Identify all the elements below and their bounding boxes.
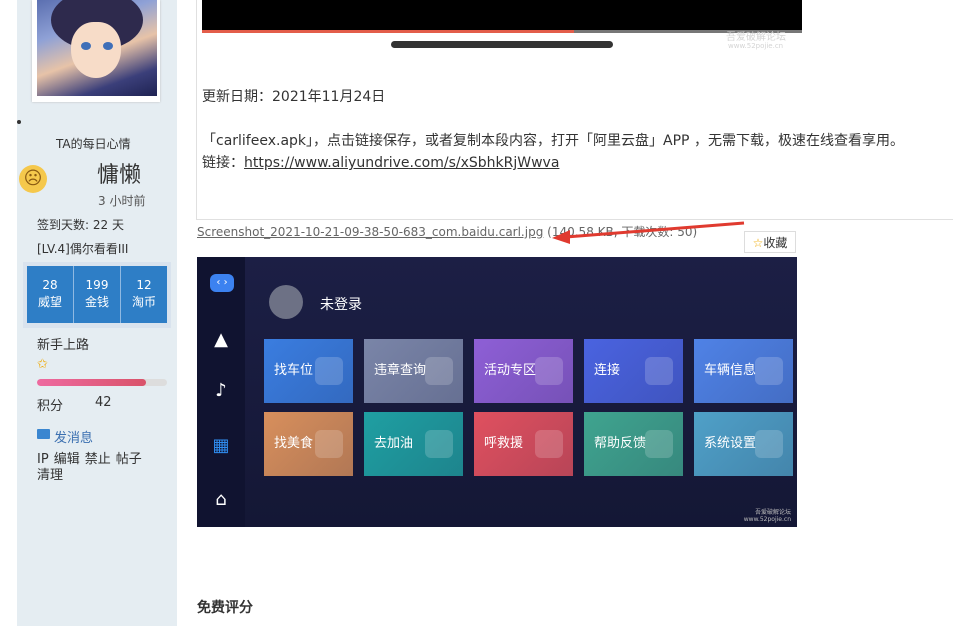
baidu-logo-icon: ‹ › <box>210 274 234 292</box>
admin-links: IP 编辑 禁止 帖子清理 <box>37 452 157 484</box>
share-link-line: 链接：https://www.aliyundrive.com/s/xSbhkRj… <box>202 152 559 172</box>
stat-money[interactable]: 199 金钱 <box>74 266 121 323</box>
points-value: 42 <box>95 395 112 410</box>
music-icon: ♪ <box>215 380 227 401</box>
car-app-sidebar: ‹ › ▲ ♪ ▦ ⌂ <box>197 257 245 527</box>
admin-link-ban[interactable]: 禁止 <box>85 452 111 467</box>
car-app-tile[interactable]: 连接 <box>584 339 683 403</box>
link-prefix: 链接： <box>202 155 244 171</box>
mood-word: 慵懒 <box>97 163 142 188</box>
car-app-tile[interactable]: 活动专区 <box>474 339 573 403</box>
avatar[interactable] <box>37 0 157 96</box>
car-app-tile[interactable]: 找车位 <box>264 339 353 403</box>
post-left-border <box>196 0 197 220</box>
car-app-tile[interactable]: 系统设置 <box>694 412 793 476</box>
aliyun-share-link[interactable]: https://www.aliyundrive.com/s/xSbhkRjWwv… <box>244 155 559 171</box>
stat-value: 199 <box>85 278 109 292</box>
stat-value: 28 <box>42 278 58 292</box>
user-stats: 28 威望 199 金钱 12 淘币 <box>27 266 167 323</box>
apps-grid-icon: ▦ <box>212 435 230 456</box>
admin-link-clean[interactable]: 清理 <box>37 468 63 483</box>
star-icon: ✩ <box>37 357 48 372</box>
home-icon: ⌂ <box>215 489 227 510</box>
embedded-video[interactable] <box>202 0 802 33</box>
car-app-tile[interactable]: 找美食 <box>264 412 353 476</box>
admin-link-posts[interactable]: 帖子 <box>116 452 142 467</box>
level-progress-bar <box>37 379 167 386</box>
arrow-shaft <box>565 221 745 239</box>
stat-value: 12 <box>136 278 152 292</box>
attachment-link[interactable]: Screenshot_2021-10-21-09-38-50-683_com.b… <box>197 225 543 239</box>
user-level[interactable]: [LV.4]偶尔看看III <box>37 240 128 257</box>
red-arrow-annotation <box>552 221 745 244</box>
car-app-tile[interactable]: 呼救援 <box>474 412 573 476</box>
stat-label: 威望 <box>37 295 62 309</box>
car-app-avatar <box>269 285 303 319</box>
car-app-tile[interactable]: 车辆信息 <box>694 339 793 403</box>
mood-emoji-icon: ☹ <box>19 165 47 193</box>
car-watermark-line2: www.52pojie.cn <box>743 516 791 523</box>
mood-time: 3 小时前 <box>98 194 146 208</box>
admin-link-ip[interactable]: IP <box>37 452 49 467</box>
rating-section-title: 免费评分 <box>197 600 253 616</box>
sign-in-days: 签到天数: 22 天 <box>37 218 124 232</box>
watermark-url: www.52pojie.cn <box>728 42 784 50</box>
points-label: 积分 <box>37 399 64 414</box>
stat-label: 金钱 <box>84 295 109 309</box>
arrow-head <box>552 230 570 244</box>
favorite-button[interactable]: ☆收藏 <box>744 231 796 253</box>
stat-coins[interactable]: 12 淘币 <box>121 266 167 323</box>
car-app-tile[interactable]: 帮助反馈 <box>584 412 683 476</box>
video-scroll-handle[interactable] <box>391 41 613 48</box>
send-message-link[interactable]: 发消息 <box>54 427 93 446</box>
car-login-text: 未登录 <box>320 297 362 313</box>
car-app-tile[interactable]: 去加油 <box>364 412 463 476</box>
mood-label: TA的每日心情 <box>56 137 131 151</box>
video-progress[interactable] <box>202 30 574 33</box>
car-watermark: 吾爱破解论坛 www.52pojie.cn <box>744 509 791 523</box>
watermark-text: 吾爱破解论坛 <box>726 32 786 43</box>
favorite-label: 收藏 <box>763 236 788 250</box>
envelope-icon[interactable] <box>37 429 50 439</box>
progress-fill <box>37 379 147 386</box>
update-date: 更新日期：2021年11月24日 <box>202 89 386 105</box>
navigation-icon: ▲ <box>214 329 228 350</box>
stat-prestige[interactable]: 28 威望 <box>27 266 74 323</box>
attachment-image[interactable]: ‹ › ▲ ♪ ▦ ⌂ 未登录 找车位 违章查询 活动专区 连接 车辆信息找美食 去加油呼… <box>197 257 797 527</box>
car-app-tile[interactable]: 违章查询 <box>364 339 463 403</box>
car-watermark-line1: 吾爱破解论坛 <box>754 509 791 516</box>
share-text: 「carlifeex.apk」，点击链接保存，或者复制本段内容，打开「阿里云盘」… <box>202 133 904 149</box>
star-icon: ☆ <box>752 236 764 250</box>
admin-link-edit[interactable]: 编辑 <box>54 452 80 467</box>
user-group[interactable]: 新手上路 <box>37 334 89 353</box>
stat-label: 淘币 <box>131 295 156 309</box>
list-bullet <box>17 120 21 124</box>
